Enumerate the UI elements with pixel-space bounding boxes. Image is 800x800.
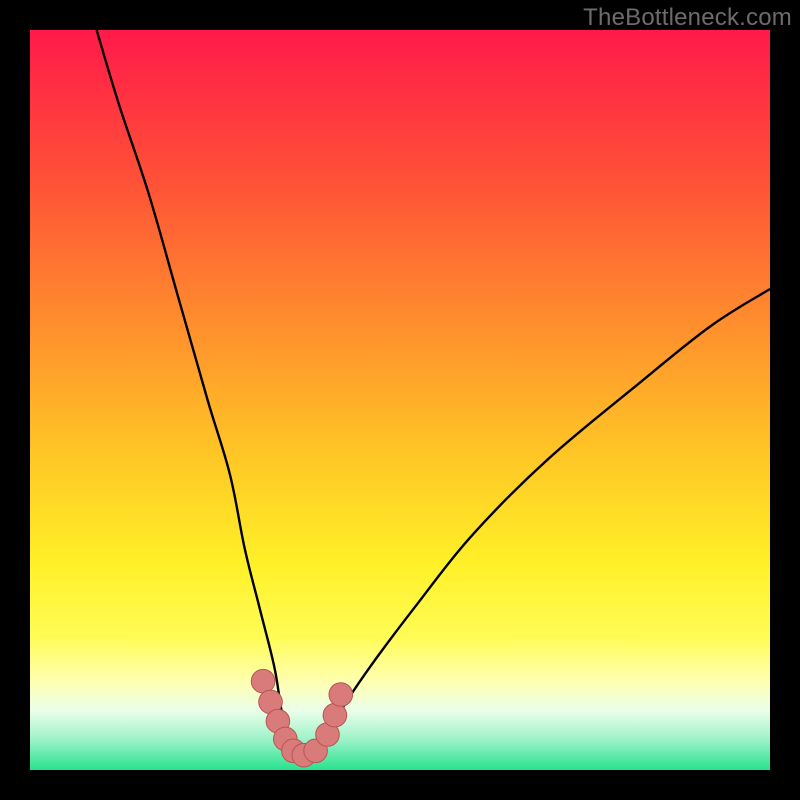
watermark-text: TheBottleneck.com [583, 4, 792, 32]
marker-dot [323, 703, 347, 727]
outer-frame: TheBottleneck.com [0, 0, 800, 800]
marker-dot [251, 669, 275, 693]
background-gradient [30, 30, 770, 770]
chart-svg [30, 30, 770, 770]
plot-area [30, 30, 770, 770]
marker-dot [329, 683, 353, 707]
